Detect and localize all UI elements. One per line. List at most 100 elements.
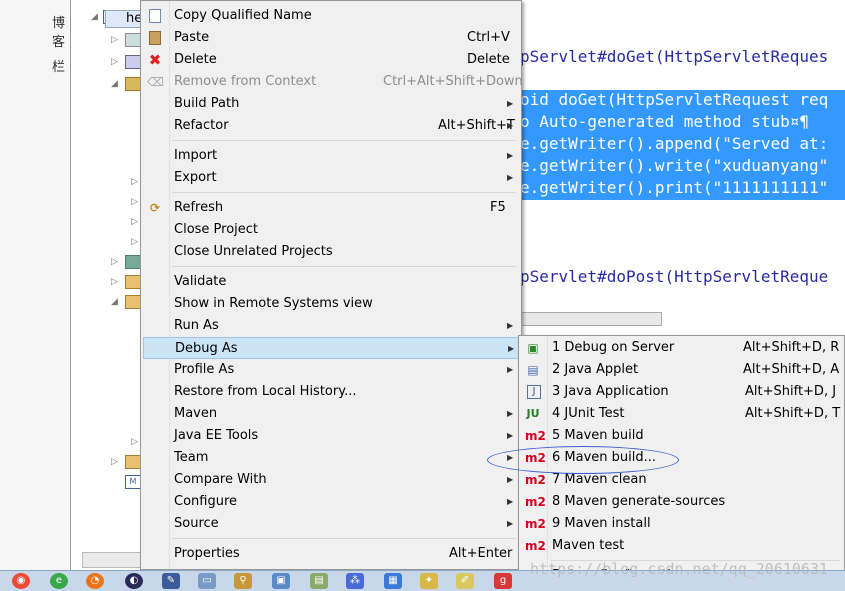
context-menu: Copy Qualified Name Paste Ctrl+V ✖ Delet… [140,0,523,570]
debug-item-java-applet[interactable]: ▤ 2 Java Applet Alt+Shift+D, A [521,359,840,381]
menu-separator [172,538,516,539]
code-line: pServlet#doGet(HttpServletReques [520,47,829,66]
editor-horizontal-scrollbar[interactable] [520,312,662,326]
project-explorer: ◢ he ▷ ▷ ◢ ▷ ▷ ▷ ▷ ▷ ▷ ◢ ▷ ▷ M [70,0,147,570]
menu-item-properties[interactable]: Properties Alt+Enter [143,543,517,565]
expand-arrow-icon[interactable]: ▷ [111,277,118,287]
collapse-arrow-icon[interactable]: ◢ [111,79,118,89]
delete-icon: ✖ [148,51,162,69]
pen-tool-icon[interactable]: ✎ [162,573,180,589]
menu-item-paste[interactable]: Paste Ctrl+V [143,27,517,49]
menu-item-refactor[interactable]: Refactor Alt+Shift+T ▶ [143,115,517,137]
menu-item-profile-as[interactable]: Profile As ▶ [143,359,517,381]
ie-icon[interactable]: e [50,573,68,589]
menu-item-close-unrelated-projects[interactable]: Close Unrelated Projects [143,241,517,263]
eclipse-icon[interactable]: ◐ [125,573,143,589]
selected-code: oid doGet(HttpServletRequest req o Auto-… [520,90,845,200]
debug-item-maven-install[interactable]: m2 9 Maven install [521,513,840,535]
menu-item-compare-with[interactable]: Compare With ▶ [143,469,517,491]
screen-icon[interactable]: ▣ [272,573,290,589]
menu-item-maven[interactable]: Maven ▶ [143,403,517,425]
menu-item-restore-from-local-history[interactable]: Restore from Local History... [143,381,517,403]
expand-arrow-icon[interactable]: ▷ [131,197,138,207]
menu-item-team[interactable]: Team ▶ [143,447,517,469]
menu-separator [172,266,516,267]
submenu-arrow-icon: ▶ [507,173,514,182]
menu-separator [172,192,516,193]
server-icon: ▣ [527,341,539,355]
paste-icon [149,31,161,45]
search-app-icon[interactable]: ⚲ [234,573,252,589]
app-red-icon[interactable]: g [494,573,512,589]
submenu-arrow-icon: ▶ [507,431,514,440]
pom-file-icon: M [125,475,141,489]
folder-app-icon[interactable]: ▭ [198,573,216,589]
debug-item-debug-on-server[interactable]: ▣ 1 Debug on Server Alt+Shift+D, R [521,337,840,359]
menu-item-close-project[interactable]: Close Project [143,219,517,241]
collapse-arrow-icon[interactable]: ◢ [111,297,118,307]
grid-app-icon[interactable]: ▦ [384,573,402,589]
applet-icon: ▤ [527,363,539,377]
expand-arrow-icon[interactable]: ▷ [131,237,138,247]
submenu-arrow-icon: ▶ [507,519,514,528]
menu-item-delete[interactable]: ✖ Delete Delete [143,49,517,71]
maven-icon: m2 [525,473,546,487]
folder-icon [125,275,141,289]
expand-arrow-icon[interactable]: ▷ [131,177,138,187]
menu-item-java-ee-tools[interactable]: Java EE Tools ▶ [143,425,517,447]
menu-item-import[interactable]: Import ▶ [143,145,517,167]
submenu-arrow-icon: ▶ [507,497,514,506]
menu-item-copy-qualified-name[interactable]: Copy Qualified Name [143,5,517,27]
remove-context-icon: ⌫ [147,75,164,89]
menu-item-build-path[interactable]: Build Path ▶ [143,93,517,115]
menu-item-export[interactable]: Export ▶ [143,167,517,189]
code-line: pServlet#doPost(HttpServletReque [520,267,829,286]
jaxws-icon [125,55,141,69]
debug-item-maven-build[interactable]: m2 5 Maven build [521,425,840,447]
menu-item-show-in-remote-systems[interactable]: Show in Remote Systems view [143,293,517,315]
notes-icon[interactable]: ▤ [310,573,328,589]
editor-app-icon[interactable]: ✐ [456,573,474,589]
left-label-blog: 博客 [52,16,66,50]
menu-item-source[interactable]: Source ▶ [143,513,517,535]
chrome-icon[interactable]: ◉ [12,573,30,589]
debug-item-maven-generate-sources[interactable]: m2 8 Maven generate-sources [521,491,840,513]
annotation-ellipse [487,446,679,474]
expand-arrow-icon[interactable]: ▷ [111,57,118,67]
expand-arrow-icon[interactable]: ▷ [111,457,118,467]
selected-code-line: oid doGet(HttpServletRequest req [520,90,829,109]
submenu-arrow-icon: ▶ [507,321,514,330]
star-app-icon[interactable]: ✦ [420,573,438,589]
tree-horizontal-scrollbar[interactable] [82,552,146,568]
debug-item-maven-test[interactable]: m2 Maven test [521,535,840,557]
debug-item-java-application[interactable]: J 3 Java Application Alt+Shift+D, J [521,381,840,403]
submenu-arrow-icon: ▶ [507,409,514,418]
collapse-arrow-icon[interactable]: ◢ [91,12,98,22]
menu-item-run-as[interactable]: Run As ▶ [143,315,517,337]
submenu-arrow-icon: ▶ [507,365,514,374]
expand-arrow-icon[interactable]: ▷ [131,217,138,227]
expand-arrow-icon[interactable]: ▷ [111,257,118,267]
menu-item-validate[interactable]: Validate [143,271,517,293]
expand-arrow-icon[interactable]: ▷ [131,437,138,447]
menu-item-debug-as[interactable]: Debug As ▶ [143,337,519,359]
debug-item-junit-test[interactable]: JU 4 JUnit Test Alt+Shift+D, T [521,403,840,425]
menu-item-configure[interactable]: Configure ▶ [143,491,517,513]
network-icon[interactable]: ⁂ [346,573,364,589]
submenu-arrow-icon: ▶ [508,344,515,353]
firefox-icon[interactable]: ◔ [86,573,104,589]
submenu-arrow-icon: ▶ [507,99,514,108]
submenu-arrow-icon: ▶ [507,121,514,130]
expand-arrow-icon[interactable]: ▷ [111,35,118,45]
selected-code-line: e.getWriter().write("xuduanyang" [520,156,829,175]
menu-item-remove-from-context[interactable]: ⌫ Remove from Context Ctrl+Alt+Shift+Dow… [143,71,523,93]
menu-item-refresh[interactable]: ⟳ Refresh F5 [143,197,517,219]
library-icon [125,255,141,269]
maven-icon: m2 [525,539,546,553]
maven-icon: m2 [525,429,546,443]
maven-icon: m2 [525,495,546,509]
left-panel: 博客 栏 [0,0,70,570]
folder-open-icon [125,295,141,309]
selected-code-line: e.getWriter().append("Served at: [520,134,829,153]
submenu-arrow-icon: ▶ [507,151,514,160]
